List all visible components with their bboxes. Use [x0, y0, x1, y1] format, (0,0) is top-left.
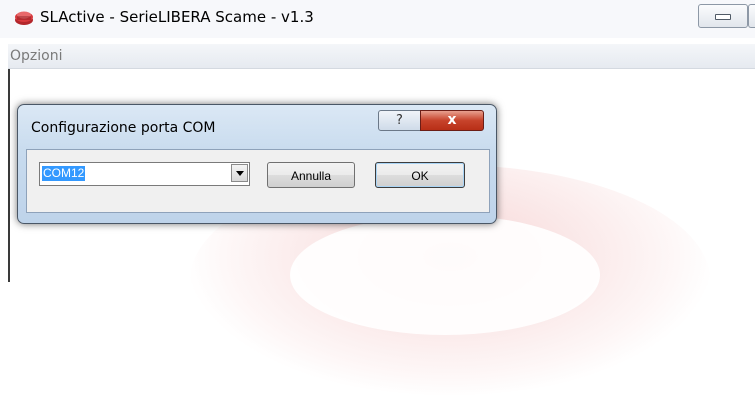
main-window-titlebar[interactable]: SLActive - SerieLIBERA Scame - v1.3	[0, 0, 755, 38]
window-title: SLActive - SerieLIBERA Scame - v1.3	[40, 8, 314, 26]
app-logo-icon	[14, 9, 34, 27]
dialog-body: COM12 Annulla OK	[26, 149, 490, 213]
maximize-button[interactable]	[748, 4, 755, 28]
help-button[interactable]: ?	[378, 110, 421, 131]
menu-item-opzioni[interactable]: Opzioni	[10, 48, 62, 64]
com-port-dialog: Configurazione porta COM ? x COM12 Annul…	[17, 104, 497, 224]
menu-bar: Opzioni	[8, 44, 755, 69]
ok-button[interactable]: OK	[375, 162, 465, 188]
close-icon: x	[447, 112, 457, 128]
client-left-border	[8, 69, 10, 282]
cancel-button[interactable]: Annulla	[267, 162, 355, 188]
minimize-button[interactable]	[698, 4, 748, 28]
help-icon: ?	[396, 113, 403, 128]
com-port-select[interactable]: COM12	[39, 162, 250, 186]
com-port-select-value: COM12	[42, 166, 86, 181]
dialog-title: Configurazione porta COM	[31, 120, 216, 136]
background-logo-watermark-inner	[290, 215, 600, 335]
chevron-down-icon[interactable]	[231, 164, 248, 182]
close-button[interactable]: x	[420, 110, 484, 131]
